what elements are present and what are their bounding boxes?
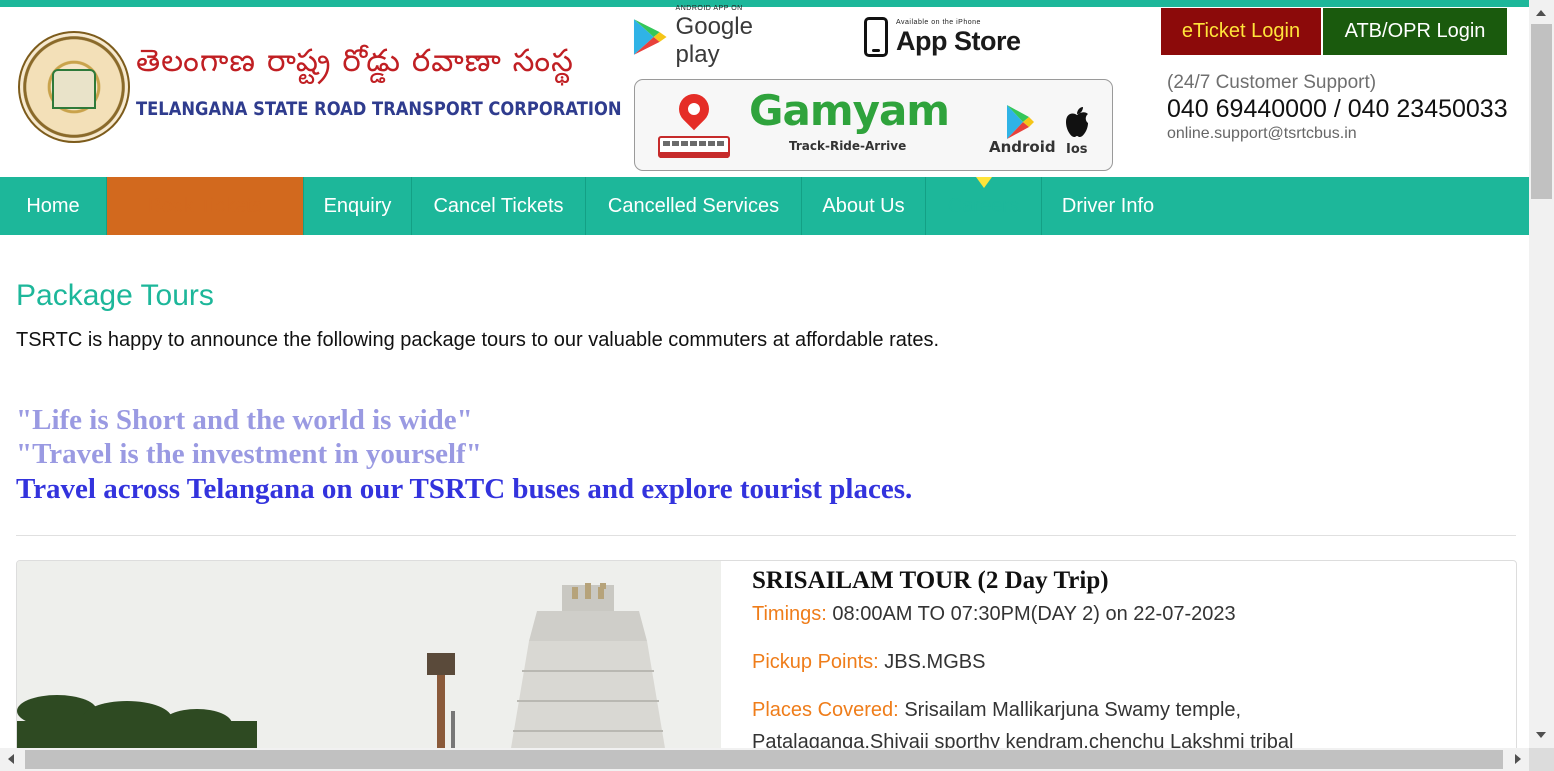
site-header: తెలంగాణ రాష్ట్ర రోడ్డు రవాణా సంస్థ TELAN… [0, 5, 1529, 177]
nav-driver-info[interactable]: Driver Info [1042, 177, 1174, 235]
tour-image [17, 561, 721, 770]
google-play-small-text: ANDROID APP ON [675, 5, 743, 12]
iphone-icon [864, 17, 888, 57]
tour-title: SRISAILAM TOUR (2 Day Trip) [752, 567, 1109, 594]
google-play-text: Google play [675, 13, 753, 68]
google-play-badge[interactable]: ANDROID APP ON Google play [632, 5, 802, 68]
quote-line-2: "Travel is the investment in yourself" [16, 438, 482, 470]
eticket-login-button[interactable]: eTicket Login [1161, 8, 1321, 55]
nav-book-tickets[interactable]: Book Tickets [107, 177, 304, 235]
horizontal-scroll-thumb[interactable] [25, 750, 1503, 769]
support-label: (24/7 Customer Support) [1167, 72, 1377, 93]
app-store-text: App Store [896, 26, 1021, 56]
places-value-line1: Srisailam Mallikarjuna Swamy temple, [904, 699, 1242, 721]
scroll-down-arrow-icon[interactable] [1536, 732, 1546, 738]
nav-careers-label: Careers [947, 194, 1020, 217]
main-nav: Home Book Tickets Enquiry Cancel Tickets… [0, 177, 1529, 235]
tour-places: Places Covered: Srisailam Mallikarjuna S… [752, 699, 1241, 722]
gamyam-title: Gamyam [749, 86, 950, 135]
android-play-icon [1007, 105, 1034, 139]
intro-text: TSRTC is happy to announce the following… [16, 329, 940, 351]
support-email[interactable]: online.support@tsrtcbus.in [1167, 125, 1357, 143]
bus-icon [658, 136, 730, 158]
nav-about-us[interactable]: About Us [802, 177, 926, 235]
temple-photo [17, 561, 721, 770]
timings-value: 08:00AM TO 07:30PM(DAY 2) on 22-07-2023 [832, 603, 1236, 625]
tour-info: SRISAILAM TOUR (2 Day Trip) Timings: 08:… [752, 567, 1512, 753]
apple-icon [1066, 107, 1088, 137]
org-logo[interactable]: తెలంగాణ రాష్ట్ర రోడ్డు రవాణా సంస్థ TELAN… [18, 31, 622, 143]
places-label: Places Covered: [752, 699, 899, 721]
org-name-telugu: తెలంగాణ రాష్ట్ర రోడ్డు రవాణా సంస్థ [136, 43, 574, 79]
gamyam-app-banner[interactable]: Gamyam Track-Ride-Arrive Android Ios [634, 79, 1113, 171]
pickup-label: Pickup Points: [752, 651, 879, 673]
tour-card: SRISAILAM TOUR (2 Day Trip) Timings: 08:… [16, 560, 1517, 771]
quote-line-3: Travel across Telangana on our TSRTC bus… [16, 473, 913, 505]
atb-opr-login-button[interactable]: ATB/OPR Login [1323, 8, 1507, 55]
nav-careers[interactable]: Careers [926, 177, 1042, 235]
nav-cancel-tickets[interactable]: Cancel Tickets [412, 177, 586, 235]
nav-enquiry[interactable]: Enquiry [304, 177, 412, 235]
support-phone: 040 69440000 / 040 23450033 [1167, 95, 1508, 123]
tour-timings: Timings: 08:00AM TO 07:30PM(DAY 2) on 22… [752, 603, 1236, 626]
scroll-left-arrow-icon[interactable] [8, 754, 14, 764]
org-name-english: TELANGANA STATE ROAD TRANSPORT CORPORATI… [136, 98, 622, 120]
location-pin-icon [672, 87, 716, 131]
scrollbar-corner [1529, 748, 1554, 771]
nav-home[interactable]: Home [0, 177, 107, 235]
pickup-value: JBS.MGBS [884, 651, 986, 673]
android-label: Android [989, 138, 1056, 156]
page-title: Package Tours [16, 279, 214, 312]
scroll-up-arrow-icon[interactable] [1536, 10, 1546, 16]
horizontal-scrollbar[interactable] [0, 748, 1529, 771]
google-play-icon [633, 19, 667, 55]
ios-label: Ios [1066, 142, 1088, 157]
app-store-badge[interactable]: Available on the iPhone App Store [864, 15, 1034, 59]
dropdown-caret-icon [975, 177, 992, 188]
tsrtc-emblem [18, 31, 130, 143]
quote-line-1: "Life is Short and the world is wide" [16, 404, 473, 436]
nav-cancelled-services[interactable]: Cancelled Services [586, 177, 802, 235]
section-divider [16, 535, 1516, 536]
timings-label: Timings: [752, 603, 827, 625]
gamyam-tagline: Track-Ride-Arrive [789, 139, 907, 153]
tour-pickup: Pickup Points: JBS.MGBS [752, 651, 985, 674]
vertical-scroll-thumb[interactable] [1531, 24, 1552, 199]
scroll-right-arrow-icon[interactable] [1515, 754, 1521, 764]
vertical-scrollbar[interactable] [1529, 0, 1554, 748]
